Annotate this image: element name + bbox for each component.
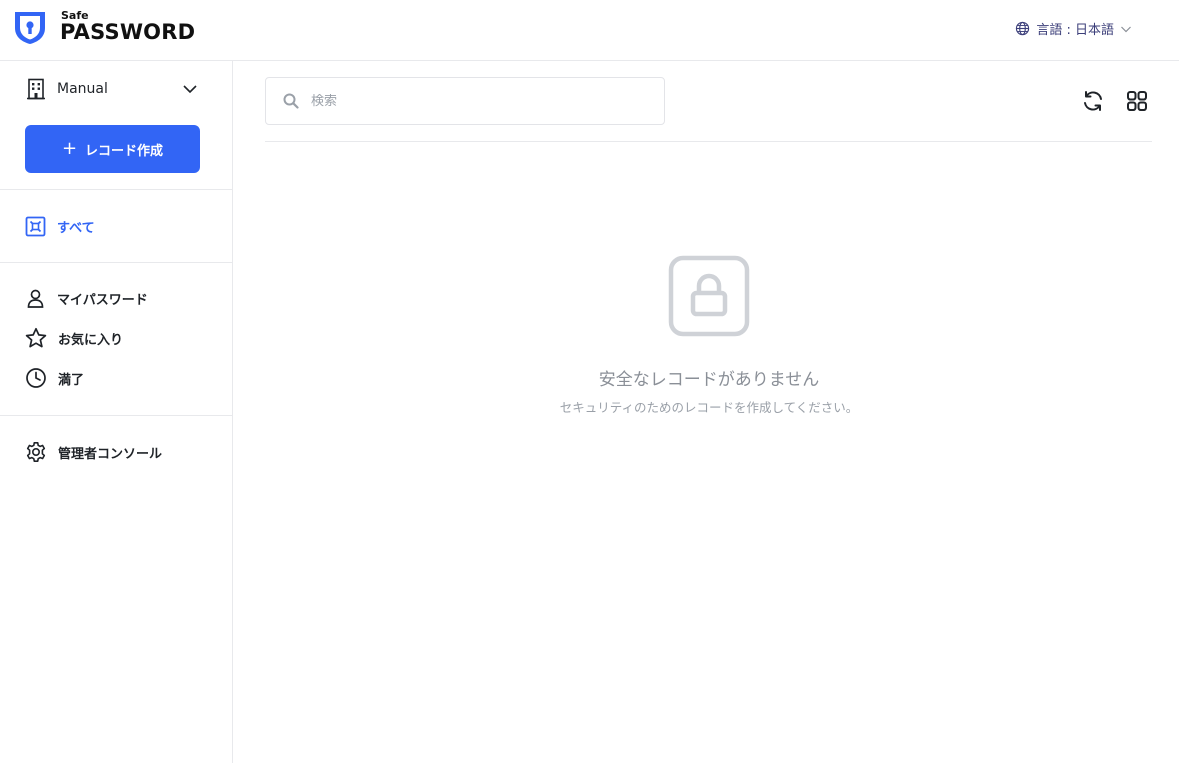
search-input[interactable] bbox=[311, 93, 631, 109]
sidebar-item-label: すべて bbox=[57, 220, 95, 236]
sidebar-item-expired[interactable]: 満了 bbox=[25, 366, 215, 390]
chevron-down-icon bbox=[1121, 26, 1131, 32]
lock-icon bbox=[668, 255, 750, 337]
refresh-button[interactable] bbox=[1081, 89, 1105, 113]
sidebar-item-all[interactable]: すべて bbox=[25, 214, 215, 238]
empty-state-title: 安全なレコードがありません bbox=[598, 370, 820, 390]
create-record-button[interactable]: + レコード作成 bbox=[25, 125, 200, 173]
divider bbox=[0, 262, 232, 263]
shield-icon bbox=[15, 12, 45, 44]
language-label: 言語 : 日本語 bbox=[1036, 23, 1114, 38]
building-icon bbox=[27, 78, 45, 100]
organization-name: Manual bbox=[57, 81, 108, 97]
star-icon bbox=[25, 327, 47, 348]
search-icon bbox=[283, 93, 299, 109]
user-icon bbox=[27, 289, 44, 308]
organization-selector[interactable]: Manual bbox=[26, 78, 198, 100]
clock-icon bbox=[26, 368, 46, 388]
brand-name: PASSWORD bbox=[60, 20, 196, 44]
empty-state-subtitle: セキュリティのためのレコードを作成してください。 bbox=[559, 400, 859, 415]
sidebar-item-admin-console[interactable]: 管理者コンソール bbox=[25, 440, 215, 464]
search-box[interactable] bbox=[265, 77, 665, 125]
divider bbox=[0, 189, 232, 190]
grid-view-icon bbox=[1127, 91, 1147, 111]
top-bar: Safe PASSWORD 言語 : 日本語 bbox=[0, 0, 1179, 61]
main-content: 安全なレコードがありません セキュリティのためのレコードを作成してください。 bbox=[233, 61, 1179, 763]
sidebar: Manual + レコード作成 すべて マイパスワード お気に入り 満了 管理者… bbox=[0, 61, 233, 763]
sidebar-item-label: マイパスワード bbox=[57, 292, 148, 308]
sidebar-item-my-passwords[interactable]: マイパスワード bbox=[25, 286, 215, 310]
sidebar-item-label: 管理者コンソール bbox=[58, 446, 163, 462]
sidebar-item-label: お気に入り bbox=[58, 332, 124, 348]
sidebar-item-favorites[interactable]: お気に入り bbox=[25, 326, 215, 350]
sidebar-item-label: 満了 bbox=[58, 372, 85, 388]
all-records-icon bbox=[25, 216, 46, 236]
gear-icon bbox=[26, 442, 46, 462]
chevron-down-icon bbox=[183, 85, 197, 94]
language-selector[interactable]: 言語 : 日本語 bbox=[1015, 19, 1132, 38]
divider bbox=[0, 415, 232, 416]
divider bbox=[265, 141, 1152, 142]
refresh-icon bbox=[1084, 91, 1102, 111]
grid-view-button[interactable] bbox=[1125, 89, 1149, 113]
plus-icon: + bbox=[61, 138, 78, 159]
app-logo[interactable]: Safe PASSWORD bbox=[12, 9, 212, 50]
create-record-label: レコード作成 bbox=[85, 143, 164, 159]
globe-icon bbox=[1016, 21, 1030, 36]
